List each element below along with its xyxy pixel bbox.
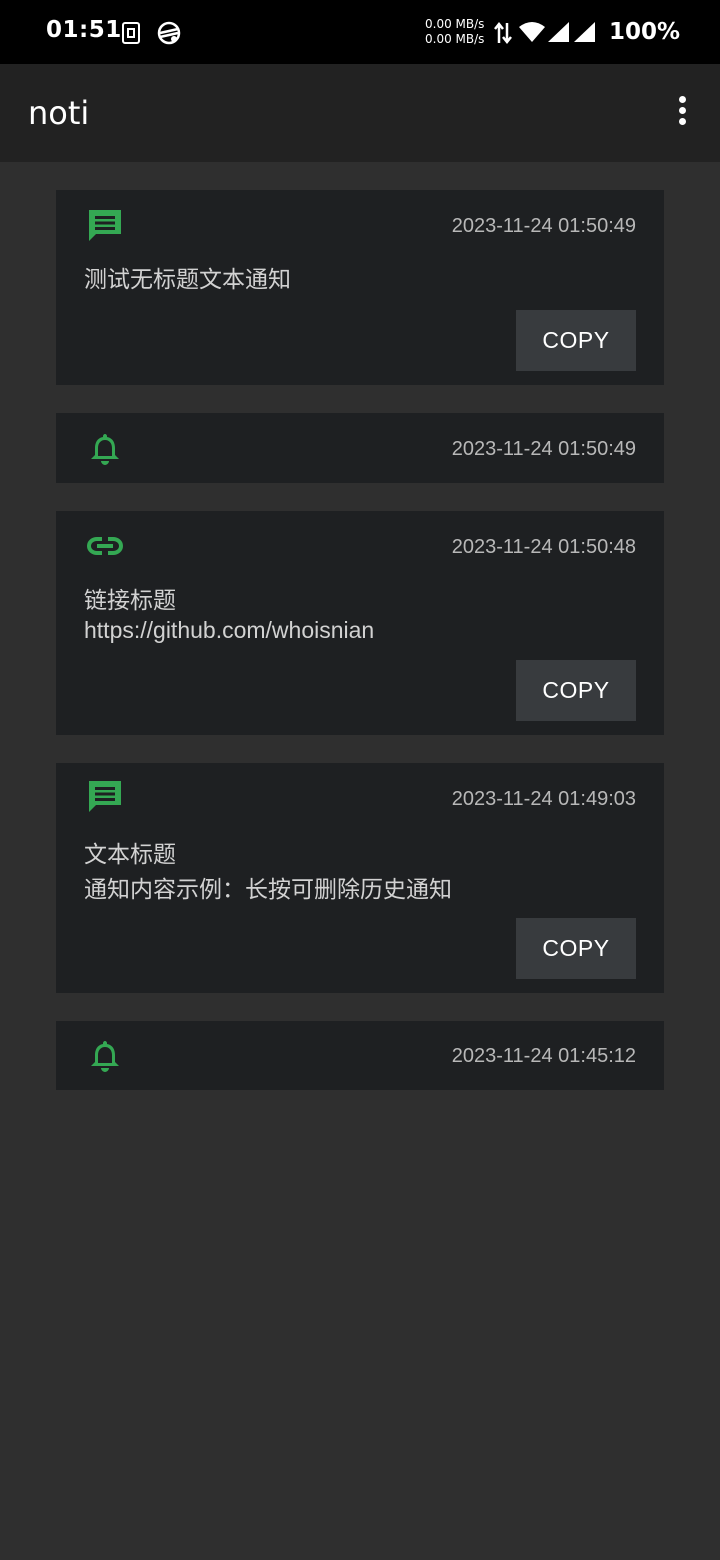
status-bar: 01:51 0.00 MB/s 0.00 MB/s 100%	[0, 0, 720, 64]
link-icon	[86, 537, 124, 555]
app-title: noti	[28, 94, 90, 132]
notification-line: https://github.com/whoisnian	[84, 617, 375, 643]
notification-card[interactable]: 2023-11-24 01:49:03 文本标题 通知内容示例：长按可删除历史通…	[56, 763, 664, 993]
copy-button[interactable]: COPY	[516, 310, 636, 371]
notification-title: 链接标题	[84, 587, 176, 613]
copy-button[interactable]: COPY	[516, 918, 636, 979]
message-icon	[89, 781, 121, 812]
notification-time: 2023-11-24 01:50:48	[451, 536, 636, 558]
copy-button[interactable]: COPY	[516, 660, 636, 721]
data-arrows-icon	[494, 21, 512, 45]
signal-icon	[574, 22, 595, 42]
notification-content: 文本标题 通知内容示例：长按可删除历史通知	[84, 837, 452, 907]
notification-card[interactable]: 2023-11-24 01:50:49	[56, 413, 664, 483]
sim-card-icon	[122, 22, 140, 44]
net-up-speed: 0.00 MB/s	[425, 17, 485, 31]
bell-icon	[91, 434, 119, 465]
app-bar: noti	[0, 64, 720, 162]
notification-time: 2023-11-24 01:50:49	[451, 215, 636, 237]
notification-card[interactable]: 2023-11-24 01:50:49 测试无标题文本通知 COPY	[56, 190, 664, 385]
network-speed: 0.00 MB/s 0.00 MB/s	[425, 17, 484, 47]
status-time: 01:51	[46, 17, 122, 43]
notification-time: 2023-11-24 01:50:49	[451, 438, 636, 460]
more-vert-icon[interactable]	[666, 96, 698, 132]
notification-title: 文本标题	[84, 841, 176, 867]
notification-card[interactable]: 2023-11-24 01:45:12	[56, 1021, 664, 1090]
bell-icon	[91, 1041, 119, 1072]
vpn-icon	[157, 21, 181, 45]
notification-time: 2023-11-24 01:49:03	[451, 788, 636, 810]
signal-icon	[548, 22, 569, 42]
notification-line: 测试无标题文本通知	[84, 266, 291, 292]
notification-card[interactable]: 2023-11-24 01:50:48 链接标题 https://github.…	[56, 511, 664, 735]
net-down-speed: 0.00 MB/s	[425, 32, 485, 46]
notification-content: 测试无标题文本通知	[84, 264, 291, 294]
wifi-icon	[519, 22, 545, 42]
notification-line: 通知内容示例：长按可删除历史通知	[84, 876, 452, 902]
message-icon	[89, 210, 121, 241]
notification-content: 链接标题 https://github.com/whoisnian	[84, 585, 374, 645]
notification-time: 2023-11-24 01:45:12	[451, 1045, 636, 1067]
battery-level: 100%	[609, 19, 681, 45]
